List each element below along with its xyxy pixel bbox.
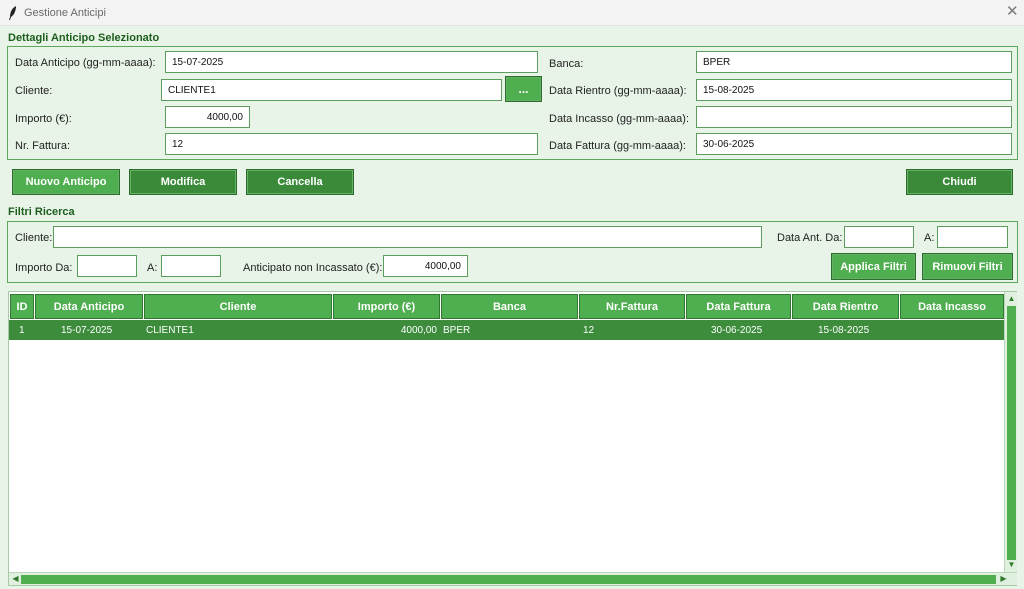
column-header-nr-fattura[interactable]: Nr.Fattura — [579, 294, 685, 319]
label-banca: Banca: — [549, 58, 584, 70]
label-anticipato-non-incassato: Anticipato non Incassato (€): — [243, 262, 383, 274]
data-fattura-field[interactable]: 30-06-2025 — [696, 133, 1012, 155]
label-importo: Importo (€): — [15, 113, 72, 125]
horizontal-scroll-thumb[interactable] — [21, 575, 996, 584]
rimuovi-filtri-button[interactable]: Rimuovi Filtri — [922, 253, 1013, 280]
label-data-incasso: Data Incasso (gg-mm-aaaa): — [549, 113, 689, 125]
column-header-data-incasso[interactable]: Data Incasso — [900, 294, 1004, 319]
label-filter-cliente: Cliente: — [15, 232, 53, 244]
vertical-scroll-thumb[interactable] — [1007, 306, 1016, 560]
column-header-banca[interactable]: Banca — [441, 294, 578, 319]
scroll-right-icon[interactable]: ▶ — [997, 574, 1010, 584]
anticipato-non-incassato-field[interactable]: 4000,00 — [383, 255, 468, 277]
scroll-down-icon[interactable]: ▼ — [1005, 560, 1018, 570]
importo-a-input[interactable] — [161, 255, 221, 277]
data-ant-a-input[interactable] — [937, 226, 1008, 248]
label-nr-fattura: Nr. Fattura: — [15, 140, 71, 152]
importo-da-input[interactable] — [77, 255, 137, 277]
column-header-id[interactable]: ID — [10, 294, 34, 319]
column-header-data-rientro[interactable]: Data Rientro — [792, 294, 899, 319]
table-row[interactable]: 1 15-07-2025 CLIENTE1 4000,00 BPER 12 30… — [9, 320, 1004, 340]
label-importo-a: A: — [147, 262, 158, 274]
label-data-fattura: Data Fattura (gg-mm-aaaa): — [549, 140, 686, 152]
cell-id: 1 — [19, 324, 25, 336]
label-data-ant-a: A: — [924, 232, 935, 244]
column-header-cliente[interactable]: Cliente — [144, 294, 332, 319]
column-header-data-anticipo[interactable]: Data Anticipo — [35, 294, 143, 319]
modifica-button[interactable]: Modifica — [129, 169, 237, 195]
label-importo-da: Importo Da: — [15, 262, 73, 274]
filter-cliente-input[interactable] — [53, 226, 762, 248]
label-data-rientro: Data Rientro (gg-mm-aaaa): — [549, 85, 687, 97]
applica-filtri-button[interactable]: Applica Filtri — [831, 253, 916, 280]
anticipi-table: ID Data Anticipo Cliente Importo (€) Ban… — [8, 291, 1017, 586]
close-icon[interactable]: ✕ — [1006, 4, 1019, 20]
column-header-data-fattura[interactable]: Data Fattura — [686, 294, 791, 319]
label-cliente: Cliente: — [15, 85, 53, 97]
nuovo-anticipo-button[interactable]: Nuovo Anticipo — [12, 169, 120, 195]
title-bar: Gestione Anticipi ✕ — [0, 0, 1024, 26]
horizontal-scrollbar[interactable]: ◀ ▶ — [9, 572, 1017, 585]
label-data-ant-da: Data Ant. Da: — [777, 232, 843, 244]
banca-field[interactable]: BPER — [696, 51, 1012, 73]
data-anticipo-field[interactable]: 15-07-2025 — [165, 51, 538, 73]
cell-importo: 4000,00 — [400, 324, 437, 336]
cell-data-rientro: 15-08-2025 — [818, 324, 870, 336]
browse-cliente-button[interactable]: ... — [505, 76, 542, 102]
nr-fattura-field[interactable]: 12 — [165, 133, 538, 155]
data-ant-da-input[interactable] — [844, 226, 914, 248]
data-rientro-field[interactable]: 15-08-2025 — [696, 79, 1012, 101]
cell-data-anticipo: 15-07-2025 — [61, 324, 113, 336]
table-header: ID Data Anticipo Cliente Importo (€) Ban… — [9, 292, 1004, 319]
cliente-field[interactable]: CLIENTE1 — [161, 79, 502, 101]
cancella-button[interactable]: Cancella — [246, 169, 354, 195]
importo-field[interactable]: 4000,00 — [165, 106, 250, 128]
feather-icon — [9, 6, 16, 20]
scroll-up-icon[interactable]: ▲ — [1005, 294, 1018, 304]
chiudi-button[interactable]: Chiudi — [906, 169, 1013, 195]
cell-data-fattura: 30-06-2025 — [711, 324, 763, 336]
vertical-scrollbar[interactable]: ▲ ▼ — [1004, 292, 1017, 572]
label-data-anticipo: Data Anticipo (gg-mm-aaaa): — [15, 57, 156, 69]
data-incasso-field[interactable] — [696, 106, 1012, 128]
window-title: Gestione Anticipi — [24, 7, 106, 19]
cell-cliente: CLIENTE1 — [146, 324, 194, 336]
details-section-title: Dettagli Anticipo Selezionato — [8, 32, 160, 44]
column-header-importo[interactable]: Importo (€) — [333, 294, 440, 319]
cell-nr-fattura: 12 — [583, 324, 595, 336]
filters-section-title: Filtri Ricerca — [8, 206, 75, 218]
cell-banca: BPER — [443, 324, 471, 336]
